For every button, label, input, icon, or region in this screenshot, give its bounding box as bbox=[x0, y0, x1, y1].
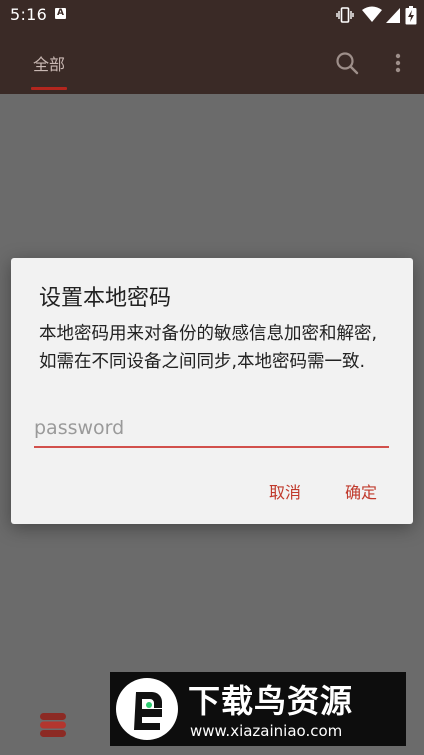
dialog-title: 设置本地密码 bbox=[39, 286, 172, 311]
vibrate-icon bbox=[336, 7, 354, 23]
watermark-banner: 下载鸟资源 www.xiazainiao.com bbox=[110, 672, 406, 746]
status-bar: 5:16 A bbox=[0, 0, 424, 30]
tab-all[interactable]: 全部 bbox=[22, 30, 76, 94]
cancel-button[interactable]: 取消 bbox=[263, 476, 307, 506]
search-icon bbox=[336, 52, 359, 75]
bird-logo-icon bbox=[134, 692, 162, 730]
status-time: 5:16 bbox=[10, 5, 48, 24]
more-options-button[interactable] bbox=[388, 48, 408, 78]
battery-charging-icon bbox=[405, 6, 417, 25]
ok-button[interactable]: 确定 bbox=[339, 476, 383, 506]
dialog-message: 本地密码用来对备份的敏感信息加密和解密,如需在不同设备之间同步,本地密码需一致. bbox=[39, 324, 378, 372]
more-vert-icon bbox=[395, 53, 401, 73]
watermark-url: www.xiazainiao.com bbox=[190, 722, 343, 740]
wifi-icon bbox=[362, 6, 382, 22]
app-bar: 全部 bbox=[0, 30, 424, 94]
set-password-dialog: 设置本地密码 本地密码用来对备份的敏感信息加密和解密,如需在不同设备之间同步,本… bbox=[11, 258, 413, 524]
app-logo-icon bbox=[40, 713, 66, 737]
signal-icon bbox=[386, 8, 400, 23]
password-input[interactable] bbox=[34, 412, 389, 448]
tab-all-label: 全部 bbox=[32, 55, 65, 74]
watermark-logo bbox=[116, 678, 178, 740]
search-button[interactable] bbox=[332, 48, 362, 78]
tab-indicator bbox=[31, 87, 67, 90]
watermark-title: 下载鸟资源 bbox=[188, 682, 354, 720]
app-screen: 5:16 A 全部 设置本地密码 本地密码用来对备份的敏感信息加密和解密,如需在… bbox=[0, 0, 424, 755]
notification-a-icon: A bbox=[55, 8, 66, 19]
